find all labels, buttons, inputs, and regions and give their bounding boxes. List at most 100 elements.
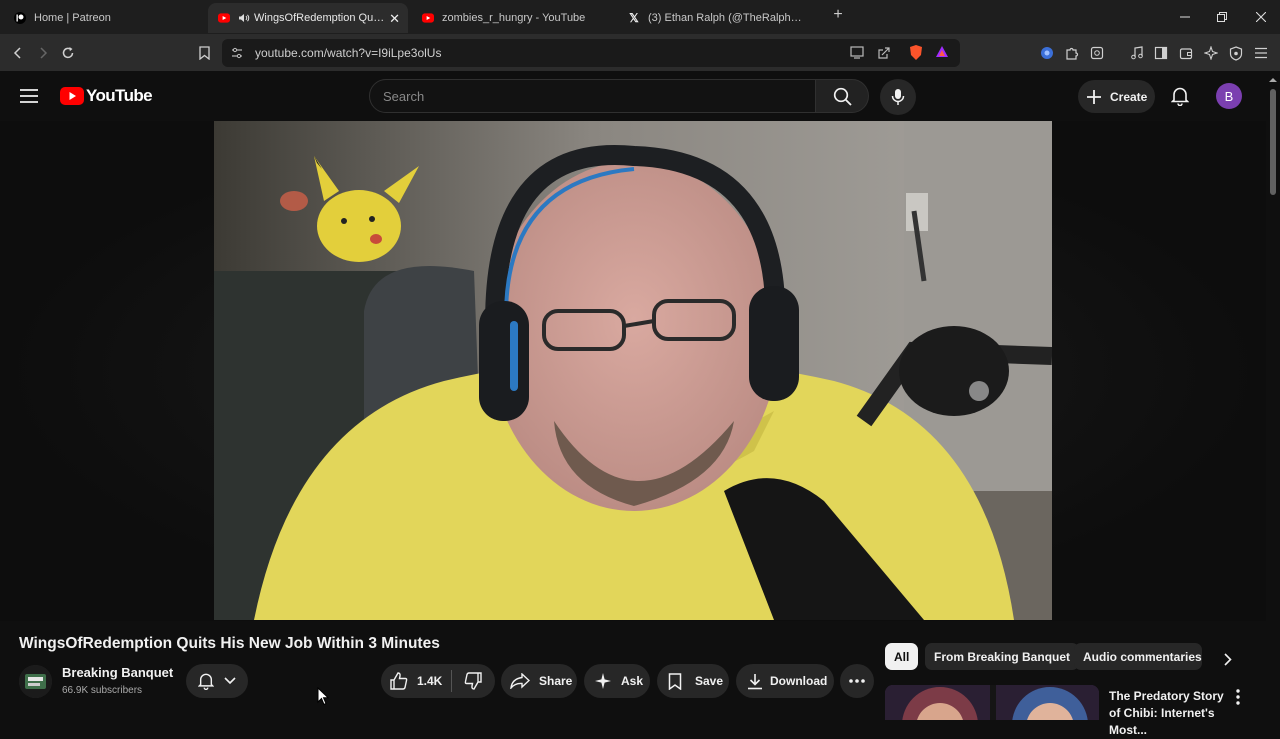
browser-tab-ethan-ralph[interactable]: 𝕏 (3) Ethan Ralph (@TheRalphRetort) /	[618, 3, 818, 33]
tab-label: (3) Ethan Ralph (@TheRalphRetort) /	[648, 12, 808, 24]
close-window-button[interactable]	[1242, 0, 1280, 34]
scroll-up-arrow-icon	[1269, 78, 1277, 82]
site-info-icon[interactable]	[230, 46, 244, 65]
youtube-logo[interactable]: YouTube	[60, 86, 153, 106]
share-button[interactable]: Share	[501, 664, 577, 698]
thumbs-down-icon	[464, 672, 482, 690]
notifications-bell-icon[interactable]	[1170, 86, 1190, 111]
share-icon	[510, 673, 530, 689]
channel-avatar-image	[19, 665, 52, 698]
ask-label: Ask	[621, 674, 644, 688]
save-button[interactable]: Save	[657, 664, 729, 698]
youtube-icon	[422, 12, 434, 24]
leo-ai-icon[interactable]	[1198, 40, 1224, 66]
subscriber-count: 66.9K subscribers	[62, 685, 143, 696]
vpn-shield-icon[interactable]	[1223, 40, 1249, 66]
youtube-logo-text: YouTube	[86, 86, 153, 105]
search-icon	[833, 87, 852, 106]
youtube-header: YouTube Search Create B	[0, 71, 1280, 121]
bell-icon	[198, 673, 214, 690]
search-input[interactable]: Search	[369, 79, 816, 113]
youtube-icon	[218, 12, 230, 24]
tab-label: WingsOfRedemption Quits His	[254, 12, 386, 24]
browser-tab-strip: Home | Patreon WingsOfRedemption Quits H…	[0, 0, 1280, 34]
wallet-icon[interactable]	[1173, 40, 1199, 66]
download-label: Download	[770, 674, 828, 688]
chip-from-breaking-banquet[interactable]: From Breaking Banquet	[925, 643, 1080, 670]
subscription-notification-button[interactable]	[186, 664, 248, 698]
mouse-cursor	[317, 686, 330, 711]
video-area	[0, 121, 1266, 621]
create-label: Create	[1110, 89, 1148, 104]
video-frame-image	[214, 121, 1052, 620]
chevron-right-icon	[1224, 652, 1232, 666]
brave-rewards-icon[interactable]	[935, 45, 949, 64]
like-count: 1.4K	[417, 674, 443, 688]
patreon-icon	[14, 12, 26, 24]
chips-next-button[interactable]	[1214, 645, 1242, 673]
share-label: Share	[539, 674, 573, 688]
plus-icon	[1087, 89, 1101, 104]
like-button[interactable]: 1.4K	[381, 664, 451, 698]
new-tab-button[interactable]: +	[828, 6, 848, 28]
address-bar[interactable]: youtube.com/watch?v=I9iLpe3olUs	[222, 39, 960, 67]
bookmark-save-icon	[668, 672, 682, 690]
dislike-button[interactable]	[452, 664, 494, 698]
chevron-down-icon	[224, 677, 236, 685]
back-button[interactable]	[5, 40, 31, 66]
media-music-icon[interactable]	[1124, 40, 1150, 66]
brave-shields-icon[interactable]	[908, 44, 924, 67]
url-text: youtube.com/watch?v=I9iLpe3olUs	[255, 46, 442, 60]
cast-icon[interactable]	[850, 46, 864, 64]
scrollbar-thumb[interactable]	[1270, 89, 1276, 195]
thumbs-up-icon	[390, 672, 408, 690]
sidebar-icon[interactable]	[1148, 40, 1174, 66]
restore-button[interactable]	[1203, 0, 1241, 34]
browser-tab-zombies[interactable]: zombies_r_hungry - YouTube	[412, 3, 612, 33]
microphone-icon	[891, 89, 905, 105]
browser-menu-icon[interactable]	[1248, 40, 1274, 66]
minimize-button[interactable]	[1166, 0, 1204, 34]
download-icon	[748, 673, 762, 689]
audio-playing-icon[interactable]	[238, 12, 250, 24]
video-player[interactable]	[214, 121, 1052, 620]
screenshot-icon[interactable]	[1084, 40, 1110, 66]
save-label: Save	[695, 674, 724, 688]
more-horizontal-icon	[849, 679, 865, 683]
x-icon: 𝕏	[629, 11, 639, 25]
account-avatar[interactable]: B	[1216, 83, 1242, 109]
page-scrollbar[interactable]	[1266, 71, 1280, 720]
chip-all[interactable]: All	[885, 643, 919, 670]
recommended-video-title[interactable]: The Predatory Story of Chibi: Internet's…	[1109, 688, 1234, 739]
chip-audio-commentaries[interactable]: Audio commentaries	[1074, 643, 1202, 670]
tab-label: Home | Patreon	[34, 12, 111, 24]
channel-name[interactable]: Breaking Banquet	[62, 665, 173, 680]
reload-button[interactable]	[55, 40, 81, 66]
extensions-puzzle-icon[interactable]	[1059, 40, 1085, 66]
youtube-logo-icon	[60, 87, 84, 105]
video-title: WingsOfRedemption Quits His New Job With…	[19, 635, 440, 652]
close-tab-icon[interactable]: ✕	[389, 11, 400, 27]
guide-menu-icon[interactable]	[20, 88, 38, 109]
browser-toolbar: youtube.com/watch?v=I9iLpe3olUs	[0, 34, 1280, 71]
forward-button[interactable]	[30, 40, 56, 66]
voice-search-button[interactable]	[880, 79, 916, 115]
like-dislike-group: 1.4K	[381, 664, 495, 698]
browser-tab-active-video[interactable]: WingsOfRedemption Quits His ✕	[208, 3, 408, 33]
share-page-icon[interactable]	[877, 46, 891, 65]
browser-tab-patreon[interactable]: Home | Patreon	[4, 3, 204, 33]
extension-globe-icon[interactable]	[1034, 40, 1060, 66]
bookmark-icon[interactable]	[191, 40, 217, 66]
tab-label: zombies_r_hungry - YouTube	[442, 12, 586, 24]
ask-button[interactable]: Ask	[584, 664, 650, 698]
search-button[interactable]	[815, 79, 869, 113]
more-actions-button[interactable]	[840, 664, 874, 698]
download-button[interactable]: Download	[736, 664, 834, 698]
create-button[interactable]: Create	[1078, 80, 1155, 113]
search-placeholder: Search	[383, 89, 425, 104]
recommended-video-thumbnail[interactable]	[885, 685, 1099, 720]
recommended-more-icon[interactable]	[1236, 689, 1240, 710]
sparkle-icon	[595, 673, 611, 689]
recommended-thumbnail-image	[885, 685, 1099, 720]
channel-avatar[interactable]	[19, 665, 52, 698]
